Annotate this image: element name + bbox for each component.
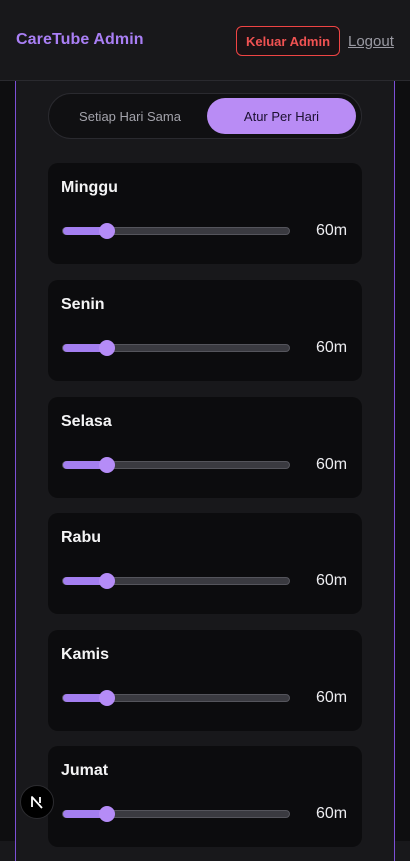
time-limit-slider[interactable]: [62, 690, 290, 706]
day-card: Jumat 60m: [48, 746, 362, 847]
time-limit-value: 60m: [316, 572, 348, 589]
day-label: Jumat: [61, 762, 109, 779]
time-limit-slider[interactable]: [62, 573, 290, 589]
page-gutter-right: [395, 81, 410, 841]
day-label: Selasa: [61, 413, 112, 430]
app-title: CareTube Admin: [16, 31, 144, 48]
time-limit-value: 60m: [316, 456, 348, 473]
slider-thumb[interactable]: [99, 340, 115, 356]
day-card: Rabu 60m: [48, 513, 362, 614]
time-limit-value: 60m: [316, 805, 348, 822]
day-label: Rabu: [61, 529, 101, 546]
day-card: Senin 60m: [48, 280, 362, 381]
slider-thumb[interactable]: [99, 457, 115, 473]
nextjs-logo-icon[interactable]: [20, 785, 54, 819]
time-limit-value: 60m: [316, 222, 348, 239]
schedule-mode-toggle: Setiap Hari Sama Atur Per Hari: [48, 93, 362, 139]
nextjs-n-glyph: [31, 796, 43, 809]
top-bar: CareTube Admin Keluar Admin Logout: [0, 0, 410, 81]
day-card: Kamis 60m: [48, 630, 362, 731]
time-limit-value: 60m: [316, 339, 348, 356]
day-label: Kamis: [61, 646, 110, 663]
slider-thumb[interactable]: [99, 573, 115, 589]
slider-thumb[interactable]: [99, 223, 115, 239]
mode-option-per-day[interactable]: Atur Per Hari: [207, 98, 356, 134]
time-limit-slider[interactable]: [62, 340, 290, 356]
day-label: Senin: [61, 296, 105, 313]
logout-link[interactable]: Logout: [348, 33, 394, 50]
time-limit-value: 60m: [316, 689, 348, 706]
mode-option-same-every-day[interactable]: Setiap Hari Sama: [53, 98, 207, 134]
day-card: Minggu 60m: [48, 163, 362, 264]
page-gutter-left: [0, 81, 15, 841]
slider-thumb[interactable]: [99, 690, 115, 706]
day-card: Selasa 60m: [48, 397, 362, 498]
time-limit-slider[interactable]: [62, 457, 290, 473]
day-label: Minggu: [61, 179, 118, 196]
time-limit-slider[interactable]: [62, 806, 290, 822]
time-limit-slider[interactable]: [62, 223, 290, 239]
slider-thumb[interactable]: [99, 806, 115, 822]
exit-admin-button[interactable]: Keluar Admin: [236, 26, 340, 56]
